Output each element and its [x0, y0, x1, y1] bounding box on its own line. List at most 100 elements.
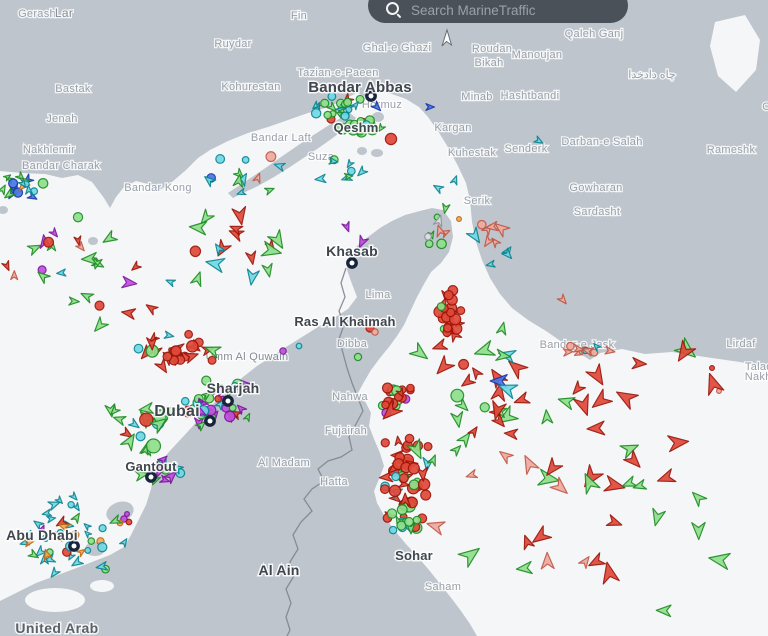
town-label: Ghal-e Ghazi [363, 42, 431, 54]
vessel-marker[interactable] [383, 383, 393, 393]
port-icon[interactable] [147, 473, 155, 481]
vessel-marker[interactable] [478, 220, 486, 228]
vessel-marker[interactable] [38, 179, 47, 188]
vessel-marker[interactable] [413, 516, 420, 523]
vessel-marker[interactable] [444, 324, 452, 332]
vessel-marker[interactable] [457, 217, 462, 222]
vessel-marker[interactable] [341, 112, 349, 120]
port-icon[interactable] [224, 397, 232, 405]
vessel-marker[interactable] [425, 233, 432, 240]
vessel-marker[interactable] [88, 538, 95, 545]
town-label: Bikah [474, 57, 503, 69]
map-canvas[interactable]: GerashLarFinRuydarGhal-e GhaziQaleh Ganj… [0, 0, 768, 636]
vessel-marker[interactable] [171, 346, 181, 356]
vessel-marker[interactable] [348, 167, 356, 175]
vessel-marker[interactable] [381, 485, 390, 494]
vessel-marker[interactable] [85, 548, 91, 554]
vessel-marker[interactable] [324, 111, 331, 118]
vessel-marker[interactable] [136, 432, 145, 441]
vessel-marker[interactable] [125, 512, 130, 517]
vessel-marker[interactable] [409, 480, 419, 490]
town-label: Cheh [762, 101, 768, 113]
search-input[interactable] [411, 3, 611, 18]
town-label: Kohurestan [221, 81, 280, 93]
town-label: Senderk [504, 143, 547, 155]
vessel-marker[interactable] [126, 519, 132, 525]
vessel-marker[interactable] [321, 99, 329, 107]
vessel-marker[interactable] [399, 474, 408, 483]
vessel-marker[interactable] [389, 526, 396, 533]
island-abu-musa [88, 237, 98, 245]
vessel-marker[interactable] [372, 329, 378, 335]
vessel-marker[interactable] [9, 179, 18, 188]
town-label: Bandar Kong [124, 182, 192, 194]
search-bar[interactable] [368, 0, 628, 23]
lagoon-2 [90, 580, 114, 592]
vessel-marker[interactable] [424, 443, 432, 451]
vessel-marker[interactable] [346, 107, 352, 113]
vessel-marker[interactable] [407, 384, 415, 392]
vessel-marker[interactable] [242, 157, 249, 164]
search-icon [386, 2, 401, 17]
vessel-marker[interactable] [266, 152, 276, 162]
vessel-marker[interactable] [405, 434, 413, 442]
vessel-marker[interactable] [187, 341, 198, 352]
town-label: Nakhlemir [23, 144, 75, 156]
vessel-marker[interactable] [426, 240, 433, 247]
vessel-marker[interactable] [567, 342, 575, 350]
vessel-marker[interactable] [344, 98, 352, 106]
town-label: Serik [464, 195, 491, 207]
country-label: United Arab [15, 620, 98, 636]
marinetraffic-map-viewport[interactable]: GerashLarFinRuydarGhal-e GhaziQaleh Ganj… [0, 0, 768, 636]
vessel-marker[interactable] [68, 502, 74, 508]
vessel-marker[interactable] [296, 343, 302, 349]
town-label: Dibba [337, 338, 368, 350]
vessel-marker[interactable] [381, 439, 389, 447]
vessel-marker[interactable] [385, 133, 396, 144]
vessel-marker[interactable] [421, 490, 431, 500]
vessel-marker[interactable] [397, 505, 407, 515]
vessel-marker[interactable] [392, 473, 400, 481]
port-icon[interactable] [206, 417, 214, 425]
vessel-marker[interactable] [451, 389, 464, 402]
town-label: Hatta [320, 476, 348, 488]
vessel-marker[interactable] [710, 366, 715, 371]
vessel-marker[interactable] [408, 463, 419, 474]
vessel-marker[interactable] [134, 344, 143, 353]
town-label: Kargan [434, 122, 471, 134]
vessel-marker[interactable] [225, 411, 235, 421]
vessel-marker[interactable] [95, 301, 104, 310]
town-label: Rameshk [707, 144, 756, 156]
vessel-marker[interactable] [163, 352, 172, 361]
town-label: Kuhestak [448, 147, 496, 159]
vessel-marker[interactable] [405, 517, 414, 526]
vessel-marker[interactable] [280, 348, 286, 354]
port-icon[interactable] [70, 542, 78, 550]
vessel-marker[interactable] [459, 360, 469, 370]
vessel-marker[interactable] [387, 509, 396, 518]
vessel-marker[interactable] [99, 525, 106, 532]
vessel-marker[interactable] [140, 413, 153, 426]
port-icon[interactable] [348, 259, 356, 267]
vessel-marker[interactable] [44, 237, 54, 247]
town-label: Bandar Laft [251, 132, 311, 144]
vessel-marker[interactable] [216, 155, 225, 164]
vessel-marker[interactable] [98, 543, 107, 552]
city-label: Sohar [395, 548, 433, 563]
vessel-marker[interactable] [437, 239, 446, 248]
vessel-marker[interactable] [73, 213, 82, 222]
city-label: Ras Al Khaimah [294, 314, 395, 329]
town-label: Tazian-e-Paeen [297, 67, 378, 79]
vessel-marker[interactable] [208, 356, 216, 364]
vessel-marker[interactable] [147, 439, 161, 453]
town-label: Qaleh Ganj [565, 28, 624, 40]
vessel-marker[interactable] [185, 331, 193, 339]
vessel-marker[interactable] [457, 307, 465, 315]
vessel-marker[interactable] [389, 485, 400, 496]
island-hengam [357, 147, 367, 155]
vessel-marker[interactable] [437, 303, 445, 311]
vessel-marker[interactable] [480, 403, 489, 412]
vessel-marker[interactable] [354, 353, 361, 360]
vessel-marker[interactable] [190, 246, 200, 256]
island-larak [371, 149, 383, 157]
